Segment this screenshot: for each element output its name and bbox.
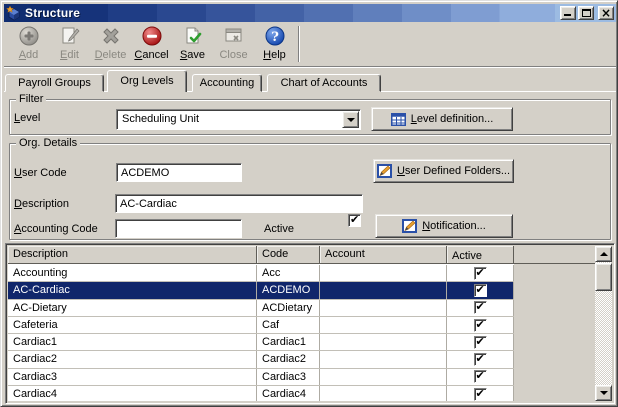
row-active-checkbox[interactable] xyxy=(473,283,487,297)
level-definition-button[interactable]: Level definition... xyxy=(371,107,513,131)
table-grid-icon xyxy=(390,112,406,126)
table-header: Description Code Account Active xyxy=(8,246,595,264)
app-icon xyxy=(6,5,20,21)
filter-legend: Filter xyxy=(16,93,47,105)
user-code-field[interactable] xyxy=(116,163,242,182)
level-select[interactable]: Scheduling Unit xyxy=(116,109,361,130)
vertical-scrollbar[interactable] xyxy=(595,246,612,401)
help-button[interactable]: ? Help xyxy=(254,24,295,64)
user-code-label: User Code xyxy=(14,167,67,179)
svg-text:?: ? xyxy=(271,30,279,45)
edit-icon xyxy=(58,24,82,48)
scroll-up-icon xyxy=(599,252,608,256)
active-checkbox[interactable] xyxy=(348,213,361,227)
table-rows: Accounting Acc AC-Cardiac ACDEMO AC-Diet… xyxy=(8,265,514,401)
column-header-active[interactable]: Active xyxy=(447,246,514,263)
delete-icon xyxy=(99,24,123,48)
close-window-label: Close xyxy=(219,49,248,61)
edit-note-icon xyxy=(402,219,418,233)
table-row[interactable]: Cardiac3 Cardiac3 xyxy=(8,368,514,387)
cancel-icon xyxy=(140,24,164,48)
structure-window: Structure × Add Edit Delete Cancel Save … xyxy=(0,0,618,407)
edit-label: Edit xyxy=(60,49,79,61)
column-header-code[interactable]: Code xyxy=(257,246,320,263)
table-row[interactable]: AC-Dietary ACDietary xyxy=(8,299,514,317)
titlebar[interactable]: Structure × xyxy=(4,4,616,22)
row-active-checkbox[interactable] xyxy=(473,335,487,349)
org-levels-panel: Filter Level Scheduling Unit Level defin… xyxy=(4,91,616,405)
cancel-label: Cancel xyxy=(134,49,169,61)
level-selected-value: Scheduling Unit xyxy=(122,113,200,125)
tab-chart-of-accounts[interactable]: Chart of Accounts xyxy=(267,74,381,92)
scroll-down-button[interactable] xyxy=(595,385,612,401)
user-defined-folders-button[interactable]: User Defined Folders... xyxy=(373,159,514,183)
save-button[interactable]: Save xyxy=(172,24,213,64)
close-window-icon xyxy=(222,24,246,48)
add-button[interactable]: Add xyxy=(8,24,49,64)
level-label: Level xyxy=(14,112,41,124)
row-active-checkbox[interactable] xyxy=(473,300,487,315)
window-title: Structure xyxy=(25,6,81,20)
user-defined-folders-label: User Defined Folders... xyxy=(396,165,511,177)
tab-accounting[interactable]: Accounting xyxy=(192,74,262,92)
active-label: Active xyxy=(264,223,294,235)
tab-payroll-groups[interactable]: Payroll Groups xyxy=(5,74,104,92)
table-row[interactable]: Cafeteria Caf xyxy=(8,316,514,335)
org-details-legend: Org. Details xyxy=(16,137,81,149)
table-row-selected[interactable]: AC-Cardiac ACDEMO xyxy=(8,282,514,300)
org-levels-table: Description Code Account Active Accounti… xyxy=(5,243,615,404)
close-button[interactable]: × xyxy=(598,6,614,20)
table-row[interactable]: Cardiac2 Cardiac2 xyxy=(8,351,514,369)
maximize-icon xyxy=(582,9,591,17)
toolbar: Add Edit Delete Cancel Save Close ? Help xyxy=(4,22,616,67)
edit-button[interactable]: Edit xyxy=(49,24,90,64)
toolbar-separator xyxy=(298,26,300,62)
help-icon: ? xyxy=(263,24,287,48)
row-active-checkbox[interactable] xyxy=(473,369,487,384)
save-label: Save xyxy=(179,49,206,61)
column-header-account[interactable]: Account xyxy=(320,246,447,263)
column-header-description[interactable]: Description xyxy=(8,246,257,263)
chevron-down-icon xyxy=(346,117,355,122)
tab-strip: Payroll Groups Org Levels Accounting Cha… xyxy=(5,70,381,92)
notification-button[interactable]: Notification... xyxy=(375,214,513,238)
help-label: Help xyxy=(263,49,286,61)
accounting-code-field[interactable] xyxy=(115,219,242,238)
minimize-button[interactable] xyxy=(560,6,576,20)
tab-org-levels[interactable]: Org Levels xyxy=(107,70,187,92)
delete-button[interactable]: Delete xyxy=(90,24,131,64)
scrollbar-thumb[interactable] xyxy=(595,263,612,291)
add-icon xyxy=(17,24,41,48)
row-active-checkbox[interactable] xyxy=(473,318,487,332)
table-row[interactable]: Cardiac4 Cardiac4 xyxy=(8,386,514,401)
edit-note-icon xyxy=(376,164,392,178)
close-window-button[interactable]: Close xyxy=(213,24,254,64)
notification-label: Notification... xyxy=(422,220,486,232)
close-icon: × xyxy=(600,6,612,20)
row-active-checkbox[interactable] xyxy=(473,266,487,280)
delete-label: Delete xyxy=(94,49,127,61)
cancel-button[interactable]: Cancel xyxy=(131,24,172,64)
table-row[interactable]: Cardiac1 Cardiac1 xyxy=(8,334,514,352)
table-row[interactable]: Accounting Acc xyxy=(8,265,514,283)
scroll-up-button[interactable] xyxy=(595,246,612,262)
add-label: Add xyxy=(18,49,39,61)
description-label: Description xyxy=(14,198,70,210)
save-icon xyxy=(181,24,205,48)
row-active-checkbox[interactable] xyxy=(473,352,487,367)
accounting-code-label: Accounting Code xyxy=(14,223,98,235)
minimize-icon xyxy=(564,14,571,16)
level-dropdown-button[interactable] xyxy=(342,111,359,128)
maximize-button[interactable] xyxy=(578,6,594,20)
level-definition-label: Level definition... xyxy=(410,113,494,125)
scroll-down-icon xyxy=(599,391,608,395)
description-field[interactable] xyxy=(115,194,363,213)
org-details-group: Org. Details xyxy=(9,137,611,240)
row-active-checkbox[interactable] xyxy=(473,387,487,401)
